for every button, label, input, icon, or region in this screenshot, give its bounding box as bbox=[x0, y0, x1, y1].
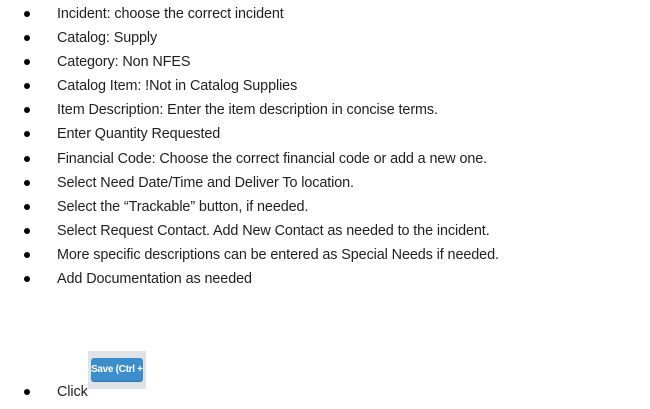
list-item-text: Select Need Date/Time and Deliver To loc… bbox=[57, 175, 354, 191]
bullet-icon bbox=[24, 83, 30, 89]
list-item-text: Add Documentation as needed bbox=[57, 271, 252, 287]
list-item-text: Enter Quantity Requested bbox=[57, 126, 221, 142]
list-item-text: Category: Non NFES bbox=[57, 54, 191, 70]
bullet-icon bbox=[24, 156, 30, 162]
bullet-icon bbox=[24, 389, 30, 395]
save-button[interactable]: Save (Ctrl + s) bbox=[91, 358, 143, 382]
bullet-icon bbox=[24, 11, 30, 17]
bullet-icon bbox=[24, 35, 30, 41]
list-item-text: Select the “Trackable” button, if needed… bbox=[57, 199, 309, 215]
bullet-icon bbox=[24, 107, 30, 113]
instruction-page: Incident: choose the correct incident Ca… bbox=[0, 0, 650, 409]
bullet-icon bbox=[24, 252, 30, 258]
bullet-icon bbox=[24, 276, 30, 282]
save-button-screenshot: Save (Ctrl + s) bbox=[88, 351, 146, 389]
bullet-icon bbox=[24, 180, 30, 186]
list-item-text: Click bbox=[57, 384, 88, 400]
bullet-icon bbox=[24, 204, 30, 210]
list-item-text: More specific descriptions can be entere… bbox=[57, 247, 499, 263]
list-item-text: Select Request Contact. Add New Contact … bbox=[57, 223, 490, 239]
list-item-text: Catalog Item: !Not in Catalog Supplies bbox=[57, 78, 298, 94]
bullet-icon bbox=[24, 228, 30, 234]
list-item-text: Incident: choose the correct incident bbox=[57, 6, 284, 22]
bullet-icon bbox=[24, 131, 30, 137]
list-item-text: Financial Code: Choose the correct finan… bbox=[57, 151, 488, 167]
bullet-icon bbox=[24, 59, 30, 65]
list-item-text: Item Description: Enter the item descrip… bbox=[57, 102, 438, 118]
list-item-text: Catalog: Supply bbox=[57, 30, 158, 46]
